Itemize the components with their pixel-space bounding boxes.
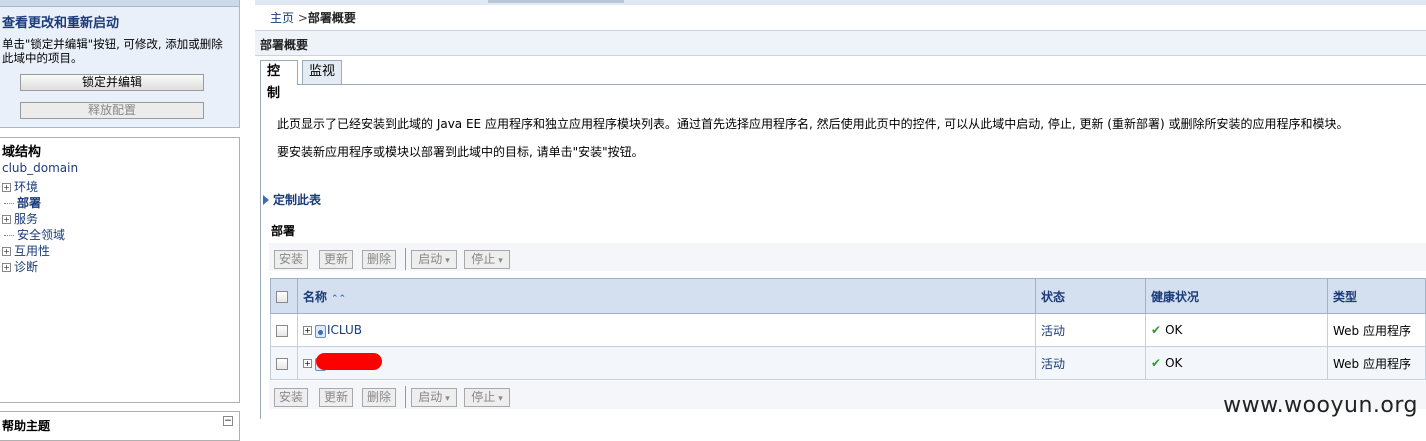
table-header-row: 名称⌃⌃ 状态 健康状况 类型 [271,279,1426,314]
app-name-link[interactable]: ICLUB [327,323,362,337]
name-cell: + [298,347,1036,380]
check-icon: ✔ [1151,356,1161,370]
tree-item-deployments[interactable]: 部署 [2,194,41,210]
select-all-header [271,279,298,314]
install-button[interactable]: 安装 [274,250,308,269]
chevron-down-icon: ▾ [498,394,503,404]
status-cell: 活动 [1036,314,1146,347]
name-cell: + ICLUB [298,314,1036,347]
toolbar-divider [405,248,406,270]
tree-item-security-realms[interactable]: 安全领域 [2,226,65,242]
tree-connector [4,203,14,204]
expand-icon[interactable]: + [2,263,11,272]
page-title: 部署概要 [260,36,308,53]
minus-icon[interactable]: − [223,416,233,426]
description-line-1: 此页显示了已经安装到此域的 Java EE 应用程序和独立应用程序模块列表。通过… [277,115,1348,132]
select-all-checkbox[interactable] [276,291,288,303]
breadcrumb-home[interactable]: 主页 [270,11,294,25]
update-button[interactable]: 更新 [319,388,353,407]
change-center-title: 查看更改和重新启动 [2,12,119,31]
tab-monitor[interactable]: 监视 [302,60,342,84]
row-select-cell [271,347,298,380]
row-select-cell [271,314,298,347]
deployments-section-title: 部署 [271,222,295,239]
tab-control[interactable]: 控制 [260,60,298,85]
expand-icon[interactable]: + [303,359,312,368]
stop-dropdown[interactable]: 停止▾ [464,388,510,407]
column-header-status[interactable]: 状态 [1036,279,1146,314]
description-line-2: 要安装新应用程序或模块以部署到此域中的目标, 请单击"安装"按钮。 [277,143,644,160]
help-topics-panel: 帮助主题 − [0,411,240,441]
top-strip-bar [488,0,624,3]
chevron-down-icon: ▾ [498,256,503,266]
change-center-header-strip [0,0,239,7]
page-header-bar: 部署概要 [255,30,1426,56]
tree-item-interoperability[interactable]: +互用性 [2,242,50,258]
change-center-panel: 查看更改和重新启动 单击"锁定并编辑"按钮, 可修改, 添加或删除此域中的项目。… [0,0,240,128]
breadcrumb-separator: > [294,11,308,25]
web-app-icon [315,325,326,338]
expand-icon[interactable]: + [2,183,11,192]
left-panel: 查看更改和重新启动 单击"锁定并编辑"按钮, 可修改, 添加或删除此域中的项目。… [0,0,240,432]
change-center-description: 单击"锁定并编辑"按钮, 可修改, 添加或删除此域中的项目。 [2,37,234,65]
type-cell: Web 应用程序 [1328,314,1426,347]
redaction-mark [316,353,382,370]
row-checkbox[interactable] [276,325,288,337]
delete-button[interactable]: 删除 [362,250,396,269]
expand-icon[interactable]: + [2,215,11,224]
stop-dropdown[interactable]: 停止▾ [464,250,510,269]
main-content: 主页 >部署概要 部署概要 控制 监视 此页显示了已经安装到此域的 Java E… [255,0,1426,432]
table-row: + 活动 ✔OK Web 应用程序 [271,347,1426,380]
status-cell: 活动 [1036,347,1146,380]
breadcrumb: 主页 >部署概要 [270,9,356,26]
row-checkbox[interactable] [276,358,288,370]
lock-and-edit-button[interactable]: 锁定并编辑 [20,74,204,91]
type-cell: Web 应用程序 [1328,347,1426,380]
breadcrumb-current: 部署概要 [308,11,356,25]
help-topics-title: 帮助主题 [2,417,50,434]
chevron-down-icon: ▾ [445,256,450,266]
release-configuration-button[interactable]: 释放配置 [20,102,204,119]
toolbar-divider [405,386,406,408]
update-button[interactable]: 更新 [319,250,353,269]
top-strip [255,0,1426,5]
deployments-table: 名称⌃⌃ 状态 健康状况 类型 + ICLUB 活动 ✔OK Web 应用程序 +… [270,278,1426,380]
watermark: www.wooyun.org [1223,393,1418,418]
install-button[interactable]: 安装 [274,388,308,407]
column-header-health[interactable]: 健康状况 [1146,279,1328,314]
tree-connector [4,235,14,236]
domain-structure-title: 域结构 [2,141,41,160]
tree-item-environment[interactable]: +环境 [2,178,38,194]
tree-root-domain[interactable]: club_domain [2,161,78,175]
tree-item-diagnostics[interactable]: +诊断 [2,258,38,274]
tree-item-services[interactable]: +服务 [2,210,38,226]
domain-structure-panel: 域结构 club_domain +环境 部署 +服务 安全领域 +互用性 +诊断 [0,137,240,403]
health-cell: ✔OK [1146,347,1328,380]
column-header-type[interactable]: 类型 [1328,279,1426,314]
start-dropdown[interactable]: 启动▾ [411,388,457,407]
delete-button[interactable]: 删除 [362,388,396,407]
expand-icon[interactable]: + [2,247,11,256]
start-dropdown[interactable]: 启动▾ [411,250,457,269]
expand-icon[interactable]: + [303,326,312,335]
column-header-name[interactable]: 名称⌃⌃ [298,279,1036,314]
triangle-right-icon [263,195,269,205]
health-cell: ✔OK [1146,314,1328,347]
customize-table-link[interactable]: 定制此表 [263,191,321,208]
table-row: + ICLUB 活动 ✔OK Web 应用程序 [271,314,1426,347]
chevron-down-icon: ▾ [445,394,450,404]
table-toolbar-top: 安装 更新 删除 启动▾ 停止▾ [269,243,1426,271]
check-icon: ✔ [1151,323,1161,337]
sort-ascending-icon[interactable]: ⌃⌃ [331,294,346,304]
